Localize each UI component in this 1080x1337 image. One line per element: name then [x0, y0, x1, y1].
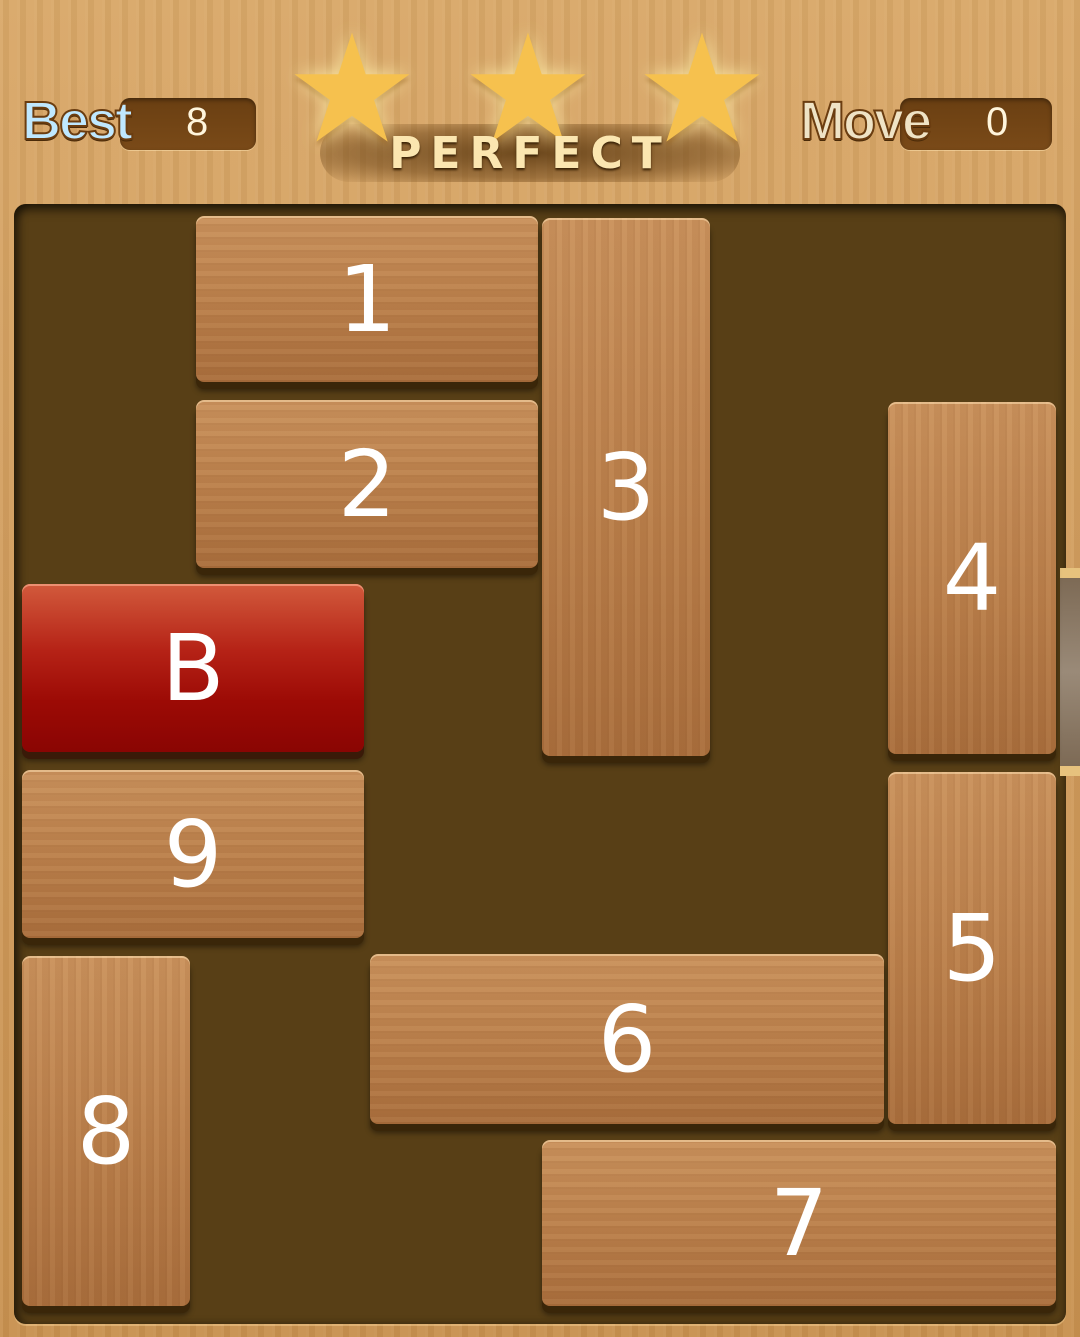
block-4[interactable]: 4	[888, 402, 1056, 754]
best-label: Best	[21, 90, 134, 152]
block-label: 8	[76, 1077, 136, 1185]
block-2[interactable]: 2	[196, 400, 538, 568]
game-screen: Best 8 ★ ★ ★ PERFECT Move 0 1 2 3 4 B 9 …	[0, 0, 1080, 1337]
block-6[interactable]: 6	[370, 954, 884, 1124]
block-7[interactable]: 7	[542, 1140, 1056, 1306]
block-5[interactable]: 5	[888, 772, 1056, 1124]
block-label: B	[161, 614, 225, 722]
block-label: 1	[337, 245, 397, 353]
block-b-target[interactable]: B	[22, 584, 364, 752]
best-value: 8	[186, 100, 209, 144]
move-value: 0	[986, 100, 1009, 144]
block-3[interactable]: 3	[542, 218, 710, 756]
star-rating: ★ ★ ★ PERFECT	[280, 15, 780, 190]
block-label: 9	[163, 800, 223, 908]
block-label: 2	[337, 430, 397, 538]
block-1[interactable]: 1	[196, 216, 538, 382]
rating-text: PERFECT	[389, 128, 671, 179]
exit-gate	[1060, 568, 1080, 776]
block-9[interactable]: 9	[22, 770, 364, 938]
block-8[interactable]: 8	[22, 956, 190, 1306]
block-label: 3	[596, 433, 656, 541]
header: Best 8 ★ ★ ★ PERFECT Move 0	[0, 0, 1080, 200]
block-label: 4	[942, 524, 1002, 632]
move-label: Move	[799, 90, 933, 152]
block-label: 5	[942, 894, 1002, 1002]
block-label: 7	[769, 1169, 829, 1277]
block-label: 6	[597, 985, 657, 1093]
